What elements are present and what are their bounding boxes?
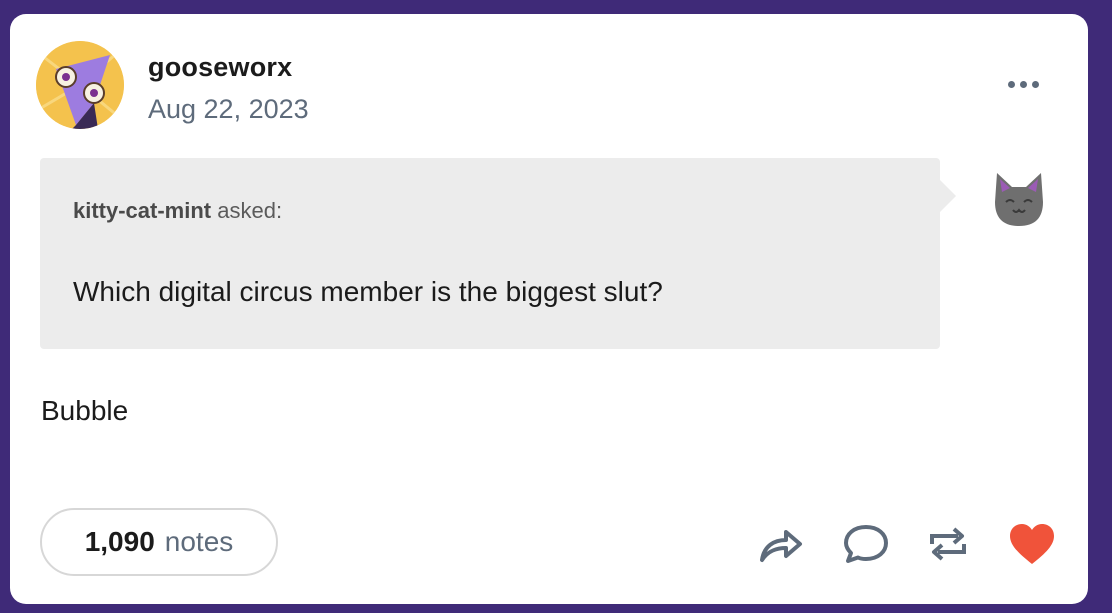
more-dot-icon: [1007, 80, 1015, 88]
ask-question: Which digital circus member is the bigge…: [73, 276, 663, 307]
asker-avatar[interactable]: [986, 162, 1052, 234]
notes-count: 1,090: [84, 526, 155, 557]
cat-avatar-icon: [992, 168, 1046, 230]
reblog-button[interactable]: [924, 522, 972, 566]
notes-button[interactable]: 1,090 notes: [40, 508, 278, 576]
reply-button[interactable]: [842, 522, 890, 566]
more-dot-icon: [1031, 80, 1039, 88]
like-heart-icon: [1010, 524, 1054, 564]
like-button[interactable]: [1008, 522, 1056, 566]
share-button[interactable]: [756, 522, 804, 566]
reply-icon: [844, 525, 888, 563]
post-author[interactable]: gooseworx: [148, 52, 292, 83]
share-icon: [760, 530, 802, 562]
notes-label: notes: [164, 526, 234, 557]
asker-name[interactable]: kitty-cat-mint: [73, 198, 211, 223]
reblog-icon: [930, 527, 966, 561]
author-avatar-art: [36, 41, 124, 129]
more-dot-icon: [1019, 80, 1027, 88]
ask-box: kitty-cat-mint asked: Which digital circ…: [40, 158, 956, 349]
author-avatar[interactable]: [36, 41, 124, 129]
asked-label: asked:: [217, 198, 283, 223]
post-card: gooseworx Aug 22, 2023 kitty-cat-mint as…: [10, 14, 1088, 604]
asker-line: kitty-cat-mint asked:: [73, 198, 282, 224]
post-date[interactable]: Aug 22, 2023: [148, 94, 309, 125]
more-options-button[interactable]: [998, 72, 1048, 96]
answer-text: Bubble: [41, 395, 129, 426]
